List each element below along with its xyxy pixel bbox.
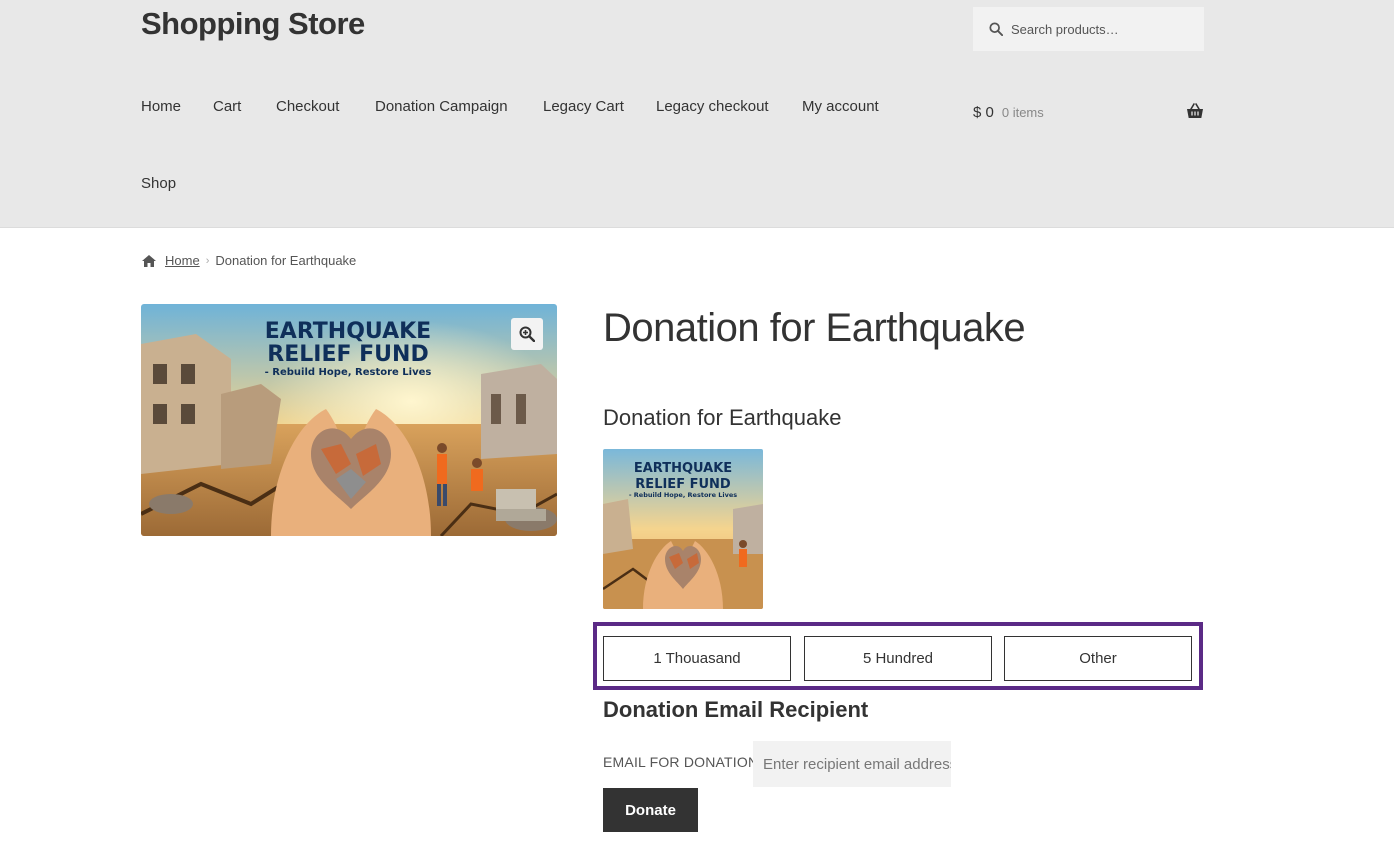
donate-button[interactable]: Donate xyxy=(603,788,698,832)
breadcrumb: Home › Donation for Earthquake xyxy=(141,253,356,268)
recipient-email-field[interactable] xyxy=(753,741,951,787)
thumbnail-headline-line-1: EARTHQUAKE xyxy=(634,461,732,476)
nav-item-cart[interactable]: Cart xyxy=(213,98,241,115)
basket-icon[interactable] xyxy=(1186,102,1204,120)
product-subtitle: Donation for Earthquake xyxy=(603,405,842,430)
thumbnail-headline-line-2: RELIEF FUND xyxy=(635,477,731,492)
search-box[interactable] xyxy=(973,7,1204,51)
donation-amount-options: 1 Thouasand 5 Hundred Other xyxy=(593,622,1203,690)
breadcrumb-current: Donation for Earthquake xyxy=(215,253,357,268)
site-header: Shopping Store Home Cart Checkout Donati… xyxy=(0,0,1394,228)
search-input[interactable] xyxy=(1011,21,1191,37)
search-icon xyxy=(989,22,1003,36)
product-thumbnail: EARTHQUAKE RELIEF FUND - Rebuild Hope, R… xyxy=(603,449,763,609)
email-field-label: EMAIL FOR DONATION xyxy=(603,754,759,770)
cart-amount: $ 0 xyxy=(973,103,994,121)
nav-item-legacy-checkout[interactable]: Legacy checkout xyxy=(656,98,769,115)
cart-count: 0 items xyxy=(1001,104,1044,120)
amount-5-hundred-button[interactable]: 5 Hundred xyxy=(804,636,992,681)
image-headline-line-2: RELIEF FUND xyxy=(267,342,428,367)
nav-item-checkout[interactable]: Checkout xyxy=(276,98,339,115)
breadcrumb-separator: › xyxy=(205,254,210,267)
zoom-button[interactable] xyxy=(511,318,543,350)
home-icon xyxy=(142,254,156,267)
cart-summary[interactable]: $ 0 0 items xyxy=(973,101,1204,123)
breadcrumb-home-link[interactable]: Home xyxy=(165,253,200,268)
zoom-in-icon xyxy=(519,326,535,342)
earthquake-relief-illustration: EARTHQUAKE RELIEF FUND - Rebuild Hope, R… xyxy=(141,304,557,536)
earthquake-relief-thumbnail-illustration: EARTHQUAKE RELIEF FUND - Rebuild Hope, R… xyxy=(603,449,763,609)
amount-other-button[interactable]: Other xyxy=(1004,636,1192,681)
product-title: Donation for Earthquake xyxy=(603,306,1026,350)
nav-item-home[interactable]: Home xyxy=(141,98,181,115)
image-tagline: - Rebuild Hope, Restore Lives xyxy=(265,367,432,378)
site-title[interactable]: Shopping Store xyxy=(141,6,365,42)
nav-item-legacy-cart[interactable]: Legacy Cart xyxy=(543,98,624,115)
image-headline-line-1: EARTHQUAKE xyxy=(265,319,431,344)
nav-item-donation-campaign[interactable]: Donation Campaign xyxy=(375,98,508,115)
thumbnail-tagline: - Rebuild Hope, Restore Lives xyxy=(629,491,737,499)
amount-1-thousand-button[interactable]: 1 Thouasand xyxy=(603,636,791,681)
product-main-image[interactable]: EARTHQUAKE RELIEF FUND - Rebuild Hope, R… xyxy=(141,304,557,536)
nav-item-shop[interactable]: Shop xyxy=(141,175,176,192)
recipient-heading: Donation Email Recipient xyxy=(603,697,869,722)
nav-item-my-account[interactable]: My account xyxy=(802,98,879,115)
